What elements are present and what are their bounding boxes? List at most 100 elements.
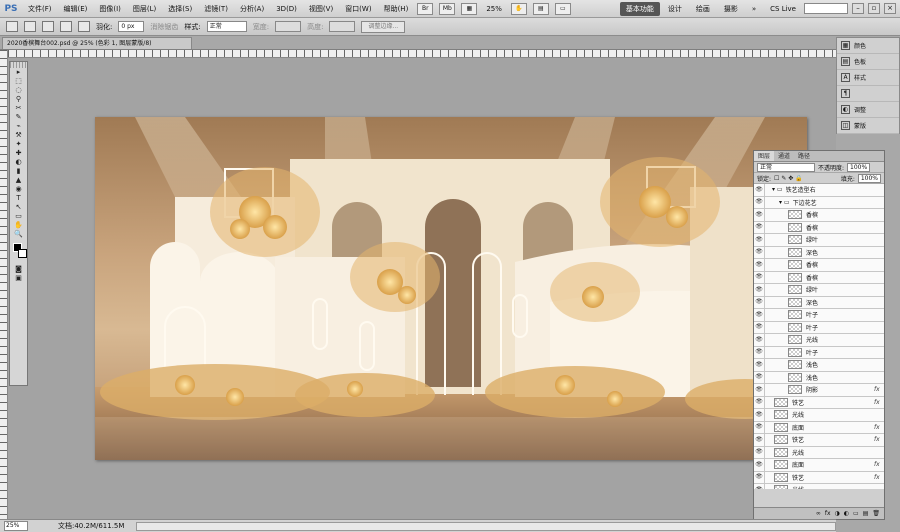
menu-item[interactable]: 窗口(W) bbox=[339, 0, 377, 18]
visibility-eye-icon[interactable]: 👁 bbox=[754, 383, 765, 396]
minimize-icon[interactable]: – bbox=[852, 3, 864, 14]
visibility-eye-icon[interactable]: 👁 bbox=[754, 471, 765, 484]
feather-input[interactable]: 0 px bbox=[118, 21, 145, 32]
dock-item[interactable]: ◐ 调整 bbox=[837, 102, 899, 118]
canvas-image[interactable] bbox=[95, 117, 807, 460]
layer-row[interactable]: 👁 香槟 bbox=[754, 221, 884, 234]
workspace-photography[interactable]: 摄影 bbox=[718, 2, 744, 16]
visibility-eye-icon[interactable]: 👁 bbox=[754, 233, 765, 246]
layers-footer-icon[interactable]: ∞ bbox=[816, 510, 821, 517]
quick-mask-icon[interactable]: ◙ bbox=[12, 265, 25, 274]
screen-mode-tool-icon[interactable]: ▣ bbox=[12, 274, 25, 283]
layer-effects-icon[interactable]: fx bbox=[874, 461, 884, 468]
zoom-level-dropdown[interactable]: 25% bbox=[486, 5, 502, 13]
arrange-documents-icon[interactable]: ▤ bbox=[532, 2, 549, 15]
layer-effects-icon[interactable]: fx bbox=[874, 386, 884, 393]
tool-icon[interactable]: ✦ bbox=[12, 140, 25, 149]
layer-row[interactable]: 👁 深色 bbox=[754, 246, 884, 259]
tool-icon[interactable]: ✋ bbox=[12, 221, 25, 230]
tool-icon[interactable]: ◉ bbox=[12, 185, 25, 194]
menu-item[interactable]: 选择(S) bbox=[162, 0, 198, 18]
bridge-icon[interactable]: Br bbox=[417, 2, 434, 15]
menu-item[interactable]: 图像(I) bbox=[93, 0, 127, 18]
screen-mode-icon[interactable]: ▭ bbox=[554, 2, 571, 15]
new-selection-icon[interactable] bbox=[24, 21, 36, 32]
restore-icon[interactable]: ▫ bbox=[868, 3, 880, 14]
visibility-eye-icon[interactable]: 👁 bbox=[754, 396, 765, 409]
dock-item[interactable]: ▦ 颜色 bbox=[837, 38, 899, 54]
menu-item[interactable]: 3D(D) bbox=[270, 0, 303, 18]
cs-live-button[interactable]: CS Live bbox=[764, 5, 802, 13]
layer-row[interactable]: 👁 香槟 bbox=[754, 208, 884, 222]
visibility-eye-icon[interactable]: 👁 bbox=[754, 371, 765, 384]
layer-row[interactable]: 👁 底面 fx bbox=[754, 421, 884, 434]
layer-row[interactable]: 👁 ▾ ▭ 下边花艺 bbox=[754, 196, 884, 209]
visibility-eye-icon[interactable]: 👁 bbox=[754, 458, 765, 471]
dock-item[interactable]: A 样式 bbox=[837, 70, 899, 86]
visibility-eye-icon[interactable]: 👁 bbox=[754, 421, 765, 434]
document-tab[interactable]: 2020香槟舞台002.psd @ 25% (色彩 1, 图层蒙版/8) bbox=[2, 37, 192, 49]
layer-row[interactable]: 👁 叶子 bbox=[754, 321, 884, 334]
layers-footer-icon[interactable]: ▤ bbox=[863, 510, 869, 517]
group-folder-icon[interactable]: ▾ ▭ bbox=[779, 199, 790, 206]
mini-bridge-icon[interactable]: Mb bbox=[439, 2, 456, 15]
opacity-input[interactable]: 100% bbox=[847, 162, 871, 172]
visibility-eye-icon[interactable]: 👁 bbox=[754, 346, 765, 359]
dock-item[interactable]: ▤ 色板 bbox=[837, 54, 899, 70]
style-select[interactable]: 正常 bbox=[206, 21, 247, 32]
view-extras-icon[interactable]: ▦ bbox=[461, 2, 478, 15]
subtract-selection-icon[interactable] bbox=[60, 21, 72, 32]
tool-icon[interactable]: 🔍 bbox=[12, 230, 25, 239]
layer-effects-icon[interactable]: fx bbox=[874, 474, 884, 481]
visibility-eye-icon[interactable]: 👁 bbox=[754, 358, 765, 371]
fill-input[interactable]: 100% bbox=[857, 173, 881, 183]
layer-effects-icon[interactable]: fx bbox=[874, 436, 884, 443]
tool-icon[interactable]: ⌁ bbox=[12, 122, 25, 131]
tool-icon[interactable]: ⬚ bbox=[12, 77, 25, 86]
blend-mode-select[interactable]: 正常 bbox=[757, 162, 815, 172]
layers-footer-icon[interactable]: ◑ bbox=[835, 510, 840, 517]
layer-row[interactable]: 👁 浅色 bbox=[754, 358, 884, 372]
menu-item[interactable]: 帮助(H) bbox=[378, 0, 415, 18]
layer-row[interactable]: 👁 香槟 bbox=[754, 258, 884, 272]
refine-edge-button[interactable]: 调整边缘... bbox=[361, 20, 406, 33]
layer-row[interactable]: 👁 光线 bbox=[754, 408, 884, 422]
visibility-eye-icon[interactable]: 👁 bbox=[754, 483, 765, 489]
group-folder-icon[interactable]: ▾ ▭ bbox=[772, 186, 783, 193]
layer-row[interactable]: 👁 浅色 bbox=[754, 371, 884, 384]
background-color-swatch[interactable] bbox=[18, 249, 27, 258]
close-icon[interactable]: × bbox=[884, 3, 896, 14]
layer-row[interactable]: 👁 绿叶 bbox=[754, 283, 884, 297]
tab-paths[interactable]: 路径 bbox=[794, 151, 814, 161]
menu-item[interactable]: 编辑(E) bbox=[58, 0, 94, 18]
tool-icon[interactable]: ⚒ bbox=[12, 131, 25, 140]
workspace-more[interactable]: » bbox=[746, 3, 762, 15]
layer-row[interactable]: 👁 底面 fx bbox=[754, 458, 884, 472]
workspace-design[interactable]: 设计 bbox=[662, 2, 688, 16]
status-zoom-input[interactable]: 25% bbox=[4, 521, 28, 531]
horizontal-scrollbar[interactable] bbox=[136, 521, 836, 531]
tool-icon[interactable]: ▮ bbox=[12, 167, 25, 176]
layers-footer-icon[interactable]: fx bbox=[825, 510, 831, 517]
visibility-eye-icon[interactable]: 👁 bbox=[754, 446, 765, 459]
layer-row[interactable]: 👁 铁艺 fx bbox=[754, 433, 884, 447]
tool-icon[interactable]: ✚ bbox=[12, 149, 25, 158]
dock-item[interactable]: ◫ 蒙版 bbox=[837, 118, 899, 134]
layer-row[interactable]: 👁 铁艺 fx bbox=[754, 471, 884, 484]
add-selection-icon[interactable] bbox=[42, 21, 54, 32]
height-input[interactable] bbox=[329, 21, 356, 32]
tool-icon[interactable]: ⚲ bbox=[12, 95, 25, 104]
visibility-eye-icon[interactable]: 👁 bbox=[754, 283, 765, 296]
layer-row[interactable]: 👁 光线 bbox=[754, 446, 884, 459]
tool-icon[interactable]: ▸ bbox=[12, 68, 25, 77]
layer-row[interactable]: 👁 铁艺 fx bbox=[754, 396, 884, 409]
visibility-eye-icon[interactable]: 👁 bbox=[754, 308, 765, 321]
search-input[interactable] bbox=[804, 3, 848, 14]
visibility-eye-icon[interactable]: 👁 bbox=[754, 208, 765, 221]
layers-footer-icon[interactable]: ◐ bbox=[844, 510, 849, 517]
menu-item[interactable]: 视图(V) bbox=[303, 0, 339, 18]
tool-icon[interactable]: ✎ bbox=[12, 113, 25, 122]
hand-icon[interactable]: ✋ bbox=[510, 2, 527, 15]
tool-icon[interactable]: T bbox=[12, 194, 25, 203]
tool-icon[interactable]: ↖ bbox=[12, 203, 25, 212]
